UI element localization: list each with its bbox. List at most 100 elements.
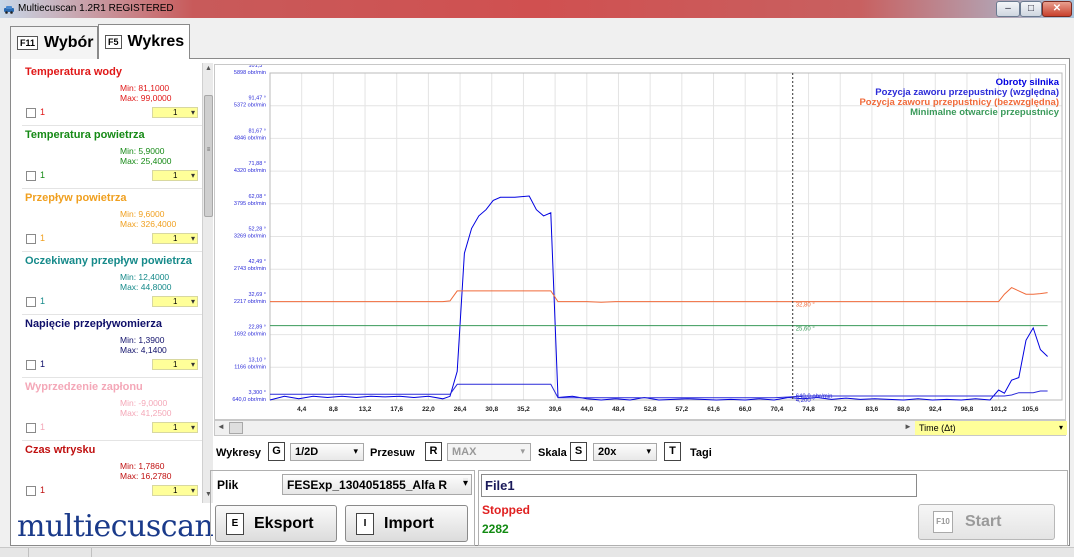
sensor-index: 1	[40, 107, 46, 117]
scroll-left-icon[interactable]: ◄	[217, 422, 225, 431]
timeline-scrollbar[interactable]: ◄ ► Time (Δt) ▾	[214, 420, 1067, 436]
sensor-min: Min: 1,7860	[120, 461, 165, 471]
start-label: Start	[965, 513, 1002, 530]
sensor-checkbox[interactable]	[26, 234, 36, 244]
sensor-checkbox[interactable]	[26, 486, 36, 496]
sensor-scale-select[interactable]: 1	[152, 170, 198, 181]
y-tick-label-deg: 91,47 °	[249, 96, 267, 102]
car-icon	[4, 6, 14, 14]
sensor-scale-select[interactable]: 1	[152, 296, 198, 307]
plik-label: Plik	[217, 478, 239, 492]
sensor-max: Max: 4,1400	[120, 345, 167, 355]
y-tick-label-deg: 3,300 °	[249, 390, 267, 396]
sensor-name: Wyprzedzenie zapłonu	[25, 381, 143, 393]
sensor-max: Max: 25,4000	[120, 156, 172, 166]
sensor-item[interactable]: Przepływ powietrza Min: 9,6000 Max: 326,40…	[22, 189, 202, 252]
y-tick-label-rpm: 640,0 obr/min	[232, 397, 266, 403]
sensor-index: 1	[40, 233, 46, 243]
wykresy-select[interactable]: 1/2D	[290, 443, 364, 461]
sensor-min: Min: 9,6000	[120, 209, 165, 219]
status-bar-segment	[28, 548, 92, 557]
sensor-item[interactable]: Czas wtrysku Min: 1,7860 Max: 16,2780 1 1	[22, 441, 202, 503]
sensor-item[interactable]: Wyprzedzenie zapłonu Min: -9,0000 Max: 41,…	[22, 378, 202, 441]
y-tick-label-rpm: 5898 obr/min	[234, 70, 266, 76]
plik-select[interactable]: FESExp_1304051855_Alfa R	[282, 474, 472, 495]
sensor-item[interactable]: Napięcie przepływomierza Min: 1,3900 Max: …	[22, 315, 202, 378]
start-key-badge: F10	[933, 511, 953, 533]
cursor-value-label: 25,60 °	[796, 327, 816, 333]
window-title: Multiecuscan 1.2R1 REGISTERED	[18, 3, 174, 14]
y-tick-label-rpm: 2217 obr/min	[234, 299, 266, 305]
sensor-scale-select[interactable]: 1	[152, 422, 198, 433]
tagi-label[interactable]: Tagi	[690, 447, 712, 459]
maximize-button[interactable]: □	[1020, 1, 1042, 17]
sensor-max: Max: 44,8000	[120, 282, 172, 292]
timeline-scroll-thumb[interactable]	[229, 422, 243, 434]
sensor-min: Min: 5,9000	[120, 146, 165, 156]
y-tick-label-deg: 13,10 °	[249, 357, 267, 363]
sensor-item[interactable]: Oczekiwany przepływ powietrza Min: 12,400…	[22, 252, 202, 315]
wykresy-label: Wykresy	[216, 447, 262, 459]
sensor-list-scrollbar[interactable]: ▲ ≡ ▼	[202, 63, 213, 503]
status-bar	[0, 547, 1074, 557]
close-button[interactable]: ✕	[1042, 1, 1072, 17]
x-tick-label: 35,2	[517, 406, 530, 413]
x-tick-label: 44,0	[580, 406, 593, 413]
sensor-scale-select[interactable]: 1	[152, 485, 198, 496]
sensor-name: Przepływ powietrza	[25, 192, 127, 204]
x-tick-label: 105,6	[1022, 406, 1039, 413]
y-tick-label-deg: 81,67 °	[249, 128, 267, 134]
chart-area[interactable]: 3,300 ° 640,0 obr/min 13,10 ° 1166 obr/min 2…	[214, 64, 1066, 420]
minimize-icon: –	[1005, 3, 1011, 14]
import-button[interactable]: I Import	[345, 505, 468, 542]
start-button[interactable]: F10 Start	[918, 504, 1055, 540]
x-tick-label: 57,2	[676, 406, 689, 413]
minimize-button[interactable]: –	[996, 1, 1020, 17]
maximize-icon: □	[1027, 3, 1035, 14]
sensor-min: Min: 1,3900	[120, 335, 165, 345]
y-tick-label-rpm: 2743 obr/min	[234, 266, 266, 272]
y-tick-label-deg: 62,08 °	[249, 194, 267, 200]
sensor-name: Temperatura powietrza	[25, 129, 145, 141]
file-name-input[interactable]: File1	[481, 474, 917, 497]
f11-key-badge: F11	[17, 36, 39, 50]
sensor-scale-select[interactable]: 1	[152, 233, 198, 244]
sensor-checkbox[interactable]	[26, 171, 36, 181]
sensor-item[interactable]: Temperatura powietrza Min: 5,9000 Max: 25,…	[22, 126, 202, 189]
sensor-scale-select[interactable]: 1	[152, 359, 198, 370]
skala-label: Skala	[538, 447, 567, 459]
sensor-name: Napięcie przepływomierza	[25, 318, 162, 330]
scroll-up-icon[interactable]: ▲	[203, 65, 214, 77]
x-tick-label: 22,0	[422, 406, 435, 413]
sensor-checkbox[interactable]	[26, 297, 36, 307]
sensor-checkbox[interactable]	[26, 108, 36, 118]
tagi-key-badge[interactable]: T	[664, 442, 681, 461]
eksport-button[interactable]: E Eksport	[215, 505, 337, 542]
app-logo: multiecuscan	[17, 509, 214, 544]
scroll-right-icon[interactable]: ►	[904, 422, 912, 431]
sensor-min: Min: 81,1000	[120, 83, 170, 93]
przesuw-select[interactable]: MAX	[447, 443, 531, 461]
sensor-name: Czas wtrysku	[25, 444, 96, 456]
sensor-index: 1	[40, 296, 46, 306]
tab-wybor[interactable]: F11 Wybór	[10, 26, 98, 59]
time-axis-select[interactable]: Time (Δt) ▾	[915, 421, 1067, 435]
import-label: Import	[384, 514, 434, 532]
y-tick-label-rpm: 3795 obr/min	[234, 201, 266, 207]
sensor-checkbox[interactable]	[26, 360, 36, 370]
sensor-checkbox[interactable]	[26, 423, 36, 433]
tab-wykres[interactable]: F5 Wykres	[98, 24, 190, 59]
przesuw-label: Przesuw	[370, 447, 415, 459]
sensor-scale-select[interactable]: 1	[152, 107, 198, 118]
close-icon: ✕	[1052, 3, 1062, 14]
skala-select[interactable]: 20x	[593, 443, 657, 461]
sensor-max: Max: 99,0000	[120, 93, 172, 103]
sensor-name: Oczekiwany przepływ powietrza	[25, 255, 192, 267]
sensor-item[interactable]: Temperatura wody Min: 81,1000 Max: 99,0000…	[22, 63, 202, 126]
chevron-down-icon: ▾	[1058, 423, 1063, 432]
y-tick-label-deg: 101,3 °	[249, 65, 267, 69]
series-line	[270, 287, 1048, 303]
sensor-index: 1	[40, 485, 46, 495]
x-tick-label: 17,6	[390, 406, 403, 413]
x-tick-label: 70,4	[771, 406, 784, 413]
